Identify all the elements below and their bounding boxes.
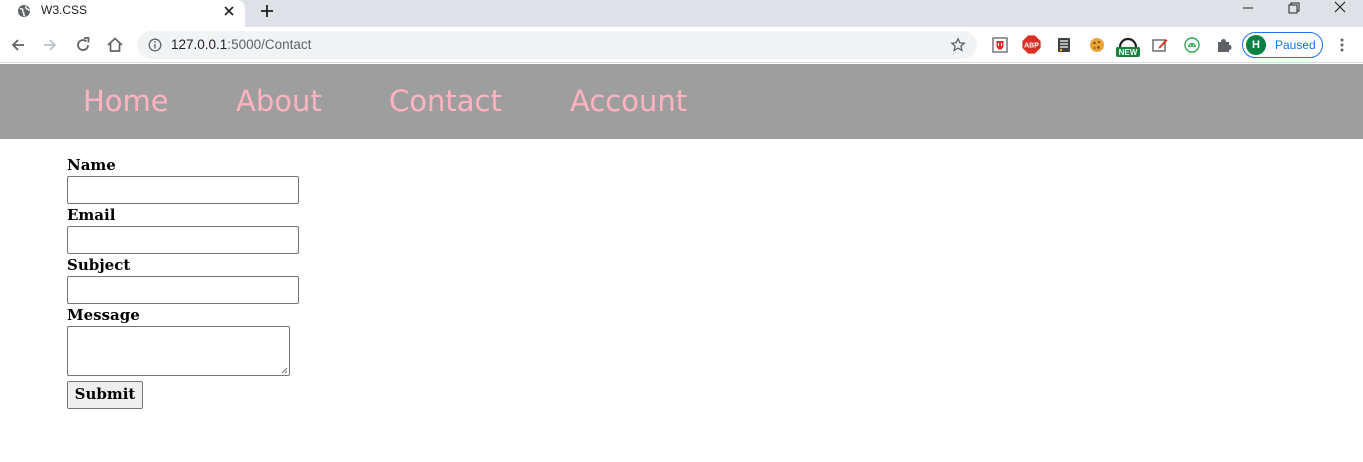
message-textarea[interactable] <box>67 326 290 376</box>
new-extension-icon[interactable]: NEW <box>1115 34 1141 58</box>
avatar: H <box>1246 35 1266 55</box>
globe-icon <box>18 5 30 17</box>
resize-grip-icon[interactable] <box>280 366 288 374</box>
page-content: Home About Contact Account Name Email Su… <box>0 64 1363 462</box>
nav-link-about[interactable]: About <box>236 84 322 118</box>
browser-toolbar: 127.0.0.1:5000/Contact ABP NEW H Paused <box>0 27 1363 63</box>
forward-arrow-icon[interactable] <box>40 35 60 55</box>
android-extension-icon[interactable] <box>1183 36 1201 54</box>
url-host: 127.0.0.1 <box>171 37 228 52</box>
subject-input[interactable] <box>67 276 299 304</box>
nav-link-account[interactable]: Account <box>570 84 687 118</box>
back-arrow-icon[interactable] <box>8 35 28 55</box>
profile-button[interactable]: H Paused <box>1242 32 1323 58</box>
restore-icon[interactable] <box>1286 0 1302 16</box>
window-close-icon[interactable] <box>1332 0 1348 16</box>
name-label: Name <box>67 156 116 174</box>
name-input[interactable] <box>67 176 299 204</box>
adblock-extension-icon[interactable]: ABP <box>1021 34 1042 55</box>
bookmark-star-icon[interactable] <box>950 37 966 53</box>
email-label: Email <box>67 206 116 224</box>
reload-icon[interactable] <box>73 35 93 55</box>
list-extension-icon[interactable] <box>1055 36 1073 54</box>
info-icon[interactable] <box>148 38 162 52</box>
menu-dots-icon[interactable] <box>1334 37 1350 53</box>
nav-bar: Home About Contact Account <box>0 64 1363 139</box>
edit-extension-icon[interactable] <box>1151 36 1169 54</box>
home-icon[interactable] <box>105 35 125 55</box>
puzzle-icon[interactable] <box>1215 36 1233 54</box>
shield-extension-icon[interactable] <box>991 36 1009 54</box>
sync-status: Paused <box>1275 38 1316 52</box>
address-bar[interactable]: 127.0.0.1:5000/Contact <box>137 31 977 59</box>
adblock-label: ABP <box>1024 43 1039 50</box>
browser-tab[interactable]: W3.CSS <box>0 0 245 27</box>
tab-title: W3.CSS <box>41 3 88 17</box>
tab-strip: W3.CSS <box>0 0 1363 27</box>
nav-link-home[interactable]: Home <box>83 84 169 118</box>
new-tab-icon[interactable] <box>258 2 276 20</box>
new-badge-label: NEW <box>1119 48 1138 57</box>
submit-button[interactable]: Submit <box>67 381 143 409</box>
message-label: Message <box>67 306 140 324</box>
nav-link-contact[interactable]: Contact <box>389 84 502 118</box>
minimize-icon[interactable] <box>1239 0 1257 16</box>
subject-label: Subject <box>67 256 131 274</box>
close-tab-icon[interactable] <box>221 3 237 19</box>
email-input[interactable] <box>67 226 299 254</box>
url-text: 127.0.0.1:5000/Contact <box>171 37 311 52</box>
url-path: :5000/Contact <box>227 37 312 52</box>
cookie-extension-icon[interactable] <box>1088 36 1106 54</box>
